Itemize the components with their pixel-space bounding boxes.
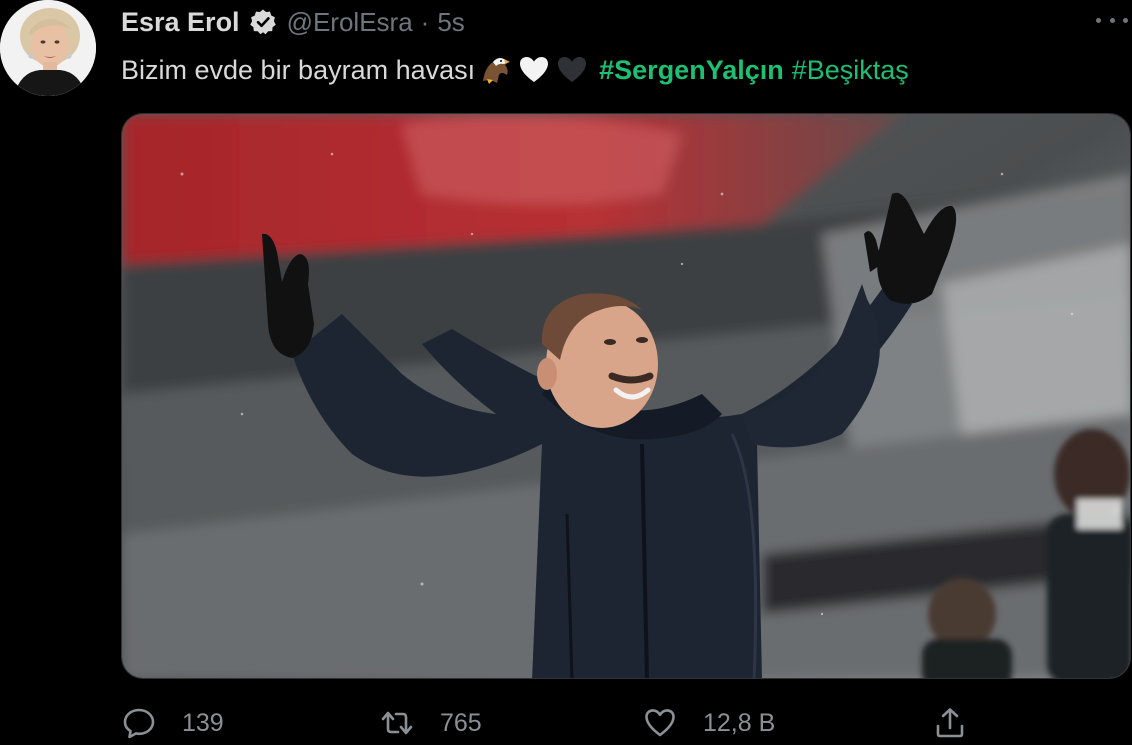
reply-icon [122,706,156,740]
tweet: Esra Erol @ErolEsra · 5s Bizim evde bir … [0,0,1132,741]
avatar-image [0,0,96,96]
like-button[interactable]: 12,8 B [643,706,775,740]
tweet-body: Bizim evde bir bayram havası [121,54,476,85]
user-handle[interactable]: @ErolEsra [287,7,413,38]
hashtag-link[interactable]: #Beşiktaş [792,55,909,86]
avatar[interactable] [0,0,96,96]
tweet-text: Bizim evde bir bayram havası #SergenYalç… [121,50,909,90]
share-button[interactable] [933,706,967,740]
white-heart-emoji-icon [517,53,551,87]
retweet-count: 765 [440,708,482,737]
display-name[interactable]: Esra Erol [121,7,240,38]
reply-button[interactable]: 139 [122,706,224,740]
black-heart-emoji-icon [555,53,589,87]
photo-image [122,114,1130,678]
more-options-icon[interactable] [1096,10,1128,30]
retweet-button[interactable]: 765 [380,706,482,740]
reply-count: 139 [182,708,224,737]
hashtag-link[interactable]: #SergenYalçın [599,55,784,86]
verified-badge-icon [249,8,277,36]
tweet-timestamp[interactable]: 5s [437,7,464,38]
tweet-action-bar: 139 765 12,8 B [0,700,1132,741]
eagle-emoji-icon [479,53,513,87]
heart-icon [643,706,677,740]
tweet-header: Esra Erol @ErolEsra · 5s [121,4,465,40]
like-count: 12,8 B [703,708,776,737]
tweet-media-photo[interactable] [121,113,1131,679]
retweet-icon [380,706,414,740]
share-icon [933,706,967,740]
header-separator: · [420,6,430,37]
